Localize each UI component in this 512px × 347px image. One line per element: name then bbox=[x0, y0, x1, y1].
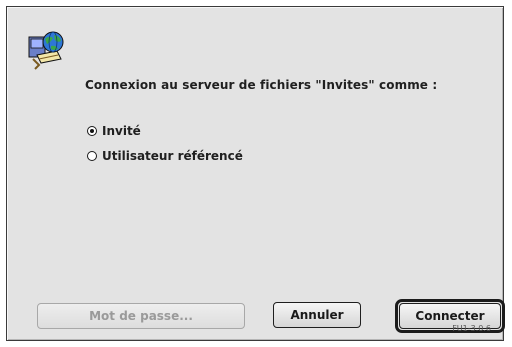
guest-label: Invité bbox=[102, 124, 141, 138]
guest-radio[interactable] bbox=[87, 126, 97, 136]
password-button[interactable]: Mot de passe... bbox=[37, 303, 245, 329]
registered-user-label: Utilisateur référencé bbox=[102, 149, 243, 163]
cancel-button[interactable]: Annuler bbox=[273, 302, 361, 328]
registered-user-option[interactable]: Utilisateur référencé bbox=[87, 148, 243, 164]
guest-option[interactable]: Invité bbox=[87, 123, 141, 139]
version-label: FU1-3.0.6 bbox=[452, 324, 491, 333]
connection-message: Connexion au serveur de fichiers "Invite… bbox=[85, 78, 438, 92]
connect-dialog: Connexion au serveur de fichiers "Invite… bbox=[6, 6, 505, 341]
registered-user-radio[interactable] bbox=[87, 151, 97, 161]
file-server-globe-icon bbox=[27, 29, 67, 71]
